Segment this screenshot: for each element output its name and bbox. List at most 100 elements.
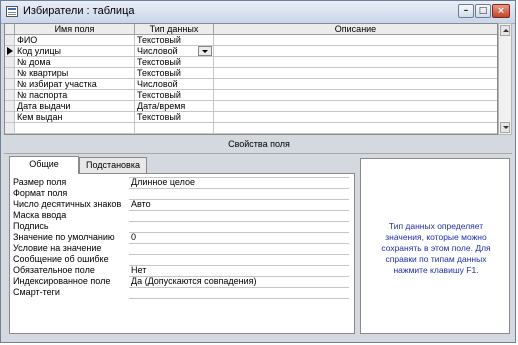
field-name-cell[interactable]: № дома bbox=[15, 57, 135, 68]
window-title: Избиратели : таблица bbox=[23, 5, 135, 17]
table-row[interactable]: ФИО Текстовый bbox=[5, 35, 497, 46]
property-label: Формат поля bbox=[13, 188, 68, 198]
property-value[interactable] bbox=[129, 188, 349, 199]
property-row[interactable]: Индексированное поле Да (Допускаются сов… bbox=[13, 276, 349, 287]
data-type-value: Числовой bbox=[137, 46, 178, 56]
property-row[interactable]: Маска ввода bbox=[13, 210, 349, 221]
row-selector[interactable] bbox=[5, 68, 15, 79]
row-selector[interactable] bbox=[5, 46, 15, 57]
field-name-cell[interactable]: Дата выдачи bbox=[15, 101, 135, 112]
property-label: Подпись bbox=[13, 221, 49, 231]
field-name-cell[interactable] bbox=[15, 123, 135, 134]
help-panel: Тип данных определяет значения, которые … bbox=[360, 158, 510, 334]
field-name-cell[interactable]: Код улицы bbox=[15, 46, 135, 57]
description-cell[interactable] bbox=[214, 35, 497, 46]
data-type-cell[interactable]: Текстовый bbox=[135, 90, 214, 101]
property-value[interactable]: Авто bbox=[129, 199, 349, 210]
data-type-cell[interactable]: Текстовый bbox=[135, 112, 214, 123]
description-cell[interactable] bbox=[214, 57, 497, 68]
current-row-arrow-icon bbox=[7, 47, 13, 55]
data-type-dropdown-button[interactable] bbox=[198, 46, 212, 56]
column-header-data-type[interactable]: Тип данных bbox=[135, 24, 214, 35]
description-cell[interactable] bbox=[214, 79, 497, 90]
property-value[interactable]: Да (Допускаются совпадения) bbox=[129, 276, 349, 287]
data-type-cell[interactable]: Текстовый bbox=[135, 68, 214, 79]
table-row[interactable]: № избират участка Числовой bbox=[5, 79, 497, 90]
maximize-button[interactable]: □ bbox=[475, 4, 491, 18]
column-header-field-name[interactable]: Имя поля bbox=[15, 24, 135, 35]
property-row[interactable]: Формат поля bbox=[13, 188, 349, 199]
table-row[interactable]: № паспорта Текстовый bbox=[5, 90, 497, 101]
tab-general[interactable]: Общие bbox=[9, 156, 79, 174]
property-row[interactable]: Сообщение об ошибке bbox=[13, 254, 349, 265]
row-selector[interactable] bbox=[5, 112, 15, 123]
property-value[interactable]: Длинное целое bbox=[129, 177, 349, 188]
description-cell[interactable] bbox=[214, 68, 497, 79]
field-properties-title: Свойства поля bbox=[228, 139, 290, 149]
property-row[interactable]: Условие на значение bbox=[13, 243, 349, 254]
tab-lookup[interactable]: Подстановка bbox=[79, 157, 147, 173]
description-cell[interactable] bbox=[214, 112, 497, 123]
title-bar[interactable]: Избиратели : таблица – □ × bbox=[1, 1, 515, 24]
property-row[interactable]: Подпись bbox=[13, 221, 349, 232]
table-row[interactable]: Кем выдан Текстовый bbox=[5, 112, 497, 123]
property-row[interactable]: Значение по умолчанию 0 bbox=[13, 232, 349, 243]
property-label: Маска ввода bbox=[13, 210, 67, 220]
grid-vertical-scrollbar[interactable] bbox=[498, 23, 512, 135]
field-name-cell[interactable]: ФИО bbox=[15, 35, 135, 46]
data-type-cell[interactable]: Числовой bbox=[135, 79, 214, 90]
description-cell[interactable] bbox=[214, 46, 497, 57]
scroll-up-icon[interactable] bbox=[500, 25, 510, 36]
data-type-cell[interactable]: Дата/время bbox=[135, 101, 214, 112]
property-label: Условие на значение bbox=[13, 243, 102, 253]
property-value[interactable] bbox=[129, 254, 349, 265]
scroll-down-icon[interactable] bbox=[500, 122, 510, 133]
property-row[interactable]: Размер поля Длинное целое bbox=[13, 177, 349, 188]
property-row[interactable]: Смарт-теги bbox=[13, 287, 349, 299]
table-row[interactable]: № квартиры Текстовый bbox=[5, 68, 497, 79]
property-label: Значение по умолчанию bbox=[13, 232, 115, 242]
field-name-cell[interactable]: Кем выдан bbox=[15, 112, 135, 123]
table-row[interactable]: Код улицы Числовой bbox=[5, 46, 497, 57]
minimize-icon: – bbox=[463, 6, 469, 16]
property-row[interactable]: Число десятичных знаков Авто bbox=[13, 199, 349, 210]
row-selector[interactable] bbox=[5, 101, 15, 112]
minimize-button[interactable]: – bbox=[458, 4, 474, 18]
field-name-cell[interactable]: № избират участка bbox=[15, 79, 135, 90]
property-value[interactable] bbox=[129, 287, 349, 299]
table-row[interactable]: № дома Текстовый bbox=[5, 57, 497, 68]
description-cell[interactable] bbox=[214, 123, 497, 134]
property-value[interactable] bbox=[129, 221, 349, 232]
close-button[interactable]: × bbox=[492, 4, 510, 18]
description-cell[interactable] bbox=[214, 101, 497, 112]
close-icon: × bbox=[497, 6, 505, 16]
property-value[interactable]: 0 bbox=[129, 232, 349, 243]
divider bbox=[4, 153, 512, 154]
row-selector[interactable] bbox=[5, 123, 15, 134]
data-type-cell[interactable] bbox=[135, 123, 214, 134]
field-grid: Имя поля Тип данных Описание ФИО Текстов… bbox=[4, 23, 498, 135]
property-value[interactable]: Нет bbox=[129, 265, 349, 276]
row-selector[interactable] bbox=[5, 35, 15, 46]
property-value[interactable] bbox=[129, 210, 349, 221]
field-name-cell[interactable]: № паспорта bbox=[15, 90, 135, 101]
column-header-description[interactable]: Описание bbox=[214, 24, 497, 35]
maximize-icon: □ bbox=[478, 6, 488, 16]
data-type-cell[interactable]: Числовой bbox=[135, 46, 214, 57]
field-name-cell[interactable]: № квартиры bbox=[15, 68, 135, 79]
description-cell[interactable] bbox=[214, 90, 497, 101]
row-selector[interactable] bbox=[5, 79, 15, 90]
property-label: Число десятичных знаков bbox=[13, 199, 122, 209]
field-properties-panel: Размер поля Длинное целое Формат поля Чи… bbox=[9, 173, 355, 334]
property-row[interactable]: Обязательное поле Нет bbox=[13, 265, 349, 276]
data-type-cell[interactable]: Текстовый bbox=[135, 57, 214, 68]
property-label: Обязательное поле bbox=[13, 265, 95, 275]
row-selector[interactable] bbox=[5, 90, 15, 101]
table-row[interactable]: Дата выдачи Дата/время bbox=[5, 101, 497, 112]
row-selector[interactable] bbox=[5, 57, 15, 68]
help-text: Тип данных определяет значения, которые … bbox=[381, 221, 491, 275]
table-row[interactable] bbox=[5, 123, 497, 134]
property-value[interactable] bbox=[129, 243, 349, 254]
data-type-cell[interactable]: Текстовый bbox=[135, 35, 214, 46]
property-label: Сообщение об ошибке bbox=[13, 254, 109, 264]
